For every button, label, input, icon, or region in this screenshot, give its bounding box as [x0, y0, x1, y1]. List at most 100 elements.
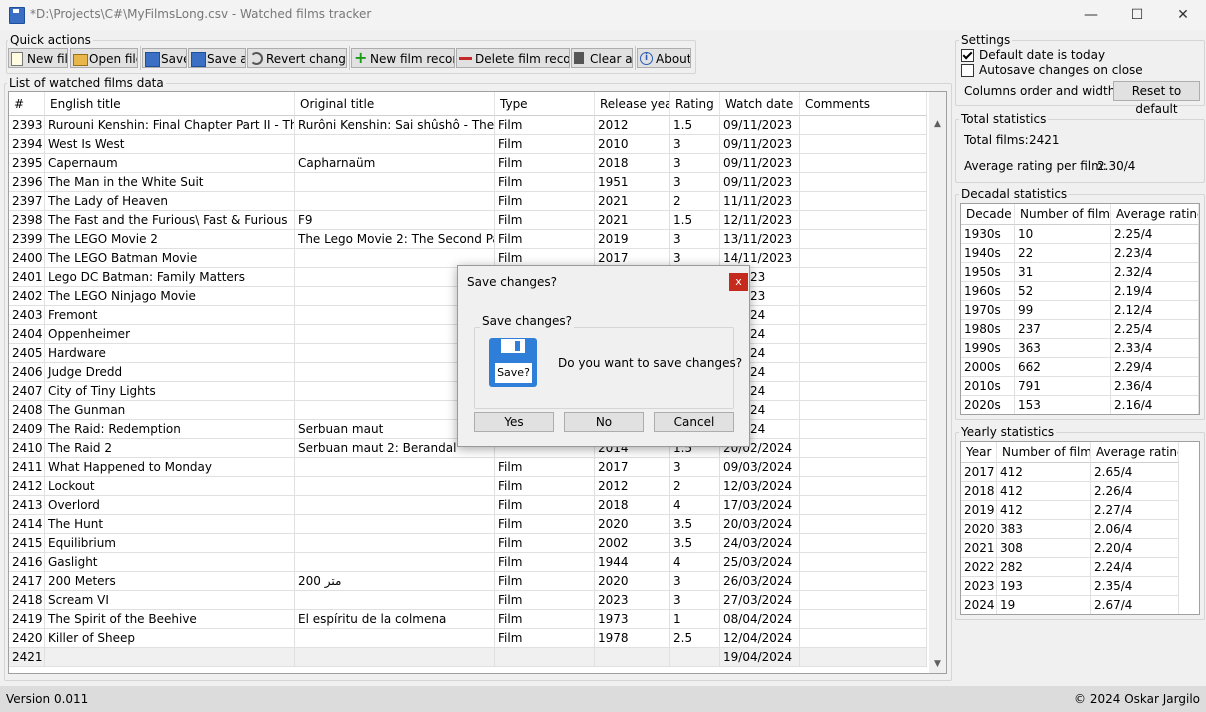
yearly-table-cell[interactable]: 2017: [961, 463, 997, 482]
films-table-cell[interactable]: [800, 496, 927, 515]
films-table-cell[interactable]: 2397: [9, 192, 45, 211]
new-film-record-button[interactable]: + New film record: [351, 48, 455, 68]
films-table-cell[interactable]: [800, 458, 927, 477]
decadal-column-header[interactable]: Decade: [961, 204, 1015, 225]
films-table-cell[interactable]: Film: [495, 230, 595, 249]
decadal-table-cell[interactable]: 2.29/4: [1111, 358, 1199, 377]
decadal-table-cell[interactable]: 2000s: [961, 358, 1015, 377]
films-table-cell[interactable]: 1973: [595, 610, 670, 629]
films-table-cell[interactable]: 2401: [9, 268, 45, 287]
films-table-cell[interactable]: [800, 116, 927, 135]
films-table-cell[interactable]: Lego DC Batman: Family Matters: [45, 268, 295, 287]
films-table-cell[interactable]: [495, 648, 595, 667]
films-table-cell[interactable]: [800, 249, 927, 268]
decadal-table-cell[interactable]: 2.33/4: [1111, 339, 1199, 358]
no-button[interactable]: No: [564, 412, 644, 432]
films-table-cell[interactable]: 2398: [9, 211, 45, 230]
default-date-checkbox[interactable]: [961, 49, 974, 62]
films-table-cell[interactable]: [800, 534, 927, 553]
maximize-button[interactable]: ☐: [1114, 0, 1160, 30]
films-table-cell[interactable]: [800, 515, 927, 534]
films-table-cell[interactable]: 2405: [9, 344, 45, 363]
films-column-header[interactable]: Rating: [670, 92, 720, 116]
decadal-table-cell[interactable]: 1990s: [961, 339, 1015, 358]
films-table-cell[interactable]: Film: [495, 173, 595, 192]
films-table-cell[interactable]: 1.5: [670, 116, 720, 135]
films-table-cell[interactable]: [295, 477, 495, 496]
films-table-cell[interactable]: Film: [495, 591, 595, 610]
films-table-cell[interactable]: Rurouni Kenshin: Final Chapter Part II -…: [45, 116, 295, 135]
films-table-cell[interactable]: 3: [670, 173, 720, 192]
films-table-cell[interactable]: Capharnaüm: [295, 154, 495, 173]
films-table-cell[interactable]: 09/11/2023: [720, 116, 800, 135]
films-table-cell[interactable]: Film: [495, 553, 595, 572]
films-table-cell[interactable]: 2012: [595, 116, 670, 135]
films-table-cell[interactable]: [800, 135, 927, 154]
films-table-cell[interactable]: 2419: [9, 610, 45, 629]
films-table-cell[interactable]: 2410: [9, 439, 45, 458]
films-table-cell[interactable]: The Lego Movie 2: The Second Part: [295, 230, 495, 249]
decadal-table-cell[interactable]: 10: [1015, 225, 1111, 244]
yes-button[interactable]: Yes: [474, 412, 554, 432]
yearly-column-header[interactable]: Year: [961, 442, 997, 463]
films-table-cell[interactable]: 2399: [9, 230, 45, 249]
films-column-header[interactable]: English title: [45, 92, 295, 116]
films-table-cell[interactable]: What Happened to Monday: [45, 458, 295, 477]
films-table-cell[interactable]: 2418: [9, 591, 45, 610]
films-table-cell[interactable]: Film: [495, 610, 595, 629]
decadal-table-cell[interactable]: 791: [1015, 377, 1111, 396]
films-table-cell[interactable]: Judge Dredd: [45, 363, 295, 382]
films-column-header[interactable]: Type: [495, 92, 595, 116]
films-table-cell[interactable]: 2409: [9, 420, 45, 439]
decadal-table-cell[interactable]: 153: [1015, 396, 1111, 414]
films-column-header[interactable]: Original title: [295, 92, 495, 116]
films-table-cell[interactable]: 2020: [595, 515, 670, 534]
films-table-cell[interactable]: 09/11/2023: [720, 154, 800, 173]
films-table-scrollbar[interactable]: ▲ ▼: [929, 92, 946, 673]
revert-changes-button[interactable]: Revert changes: [247, 48, 347, 68]
films-table-cell[interactable]: Film: [495, 192, 595, 211]
films-table-cell[interactable]: [295, 534, 495, 553]
decadal-table-cell[interactable]: 2010s: [961, 377, 1015, 396]
decadal-table-cell[interactable]: 1950s: [961, 263, 1015, 282]
films-column-header[interactable]: Watch date: [720, 92, 800, 116]
films-table-cell[interactable]: Overlord: [45, 496, 295, 515]
yearly-table-cell[interactable]: 412: [997, 501, 1091, 520]
films-table-cell[interactable]: 2: [670, 192, 720, 211]
films-table-cell[interactable]: 3: [670, 230, 720, 249]
decadal-table-cell[interactable]: 1940s: [961, 244, 1015, 263]
films-table-cell[interactable]: Film: [495, 515, 595, 534]
films-table-cell[interactable]: 2403: [9, 306, 45, 325]
decadal-table-cell[interactable]: 1930s: [961, 225, 1015, 244]
scroll-up-icon[interactable]: ▲: [929, 116, 946, 133]
films-table-cell[interactable]: 27/03/2024: [720, 591, 800, 610]
yearly-table-cell[interactable]: 2.35/4: [1091, 577, 1179, 596]
films-table-cell[interactable]: Fremont: [45, 306, 295, 325]
films-table-cell[interactable]: 2021: [595, 211, 670, 230]
films-table-cell[interactable]: 12/04/2024: [720, 629, 800, 648]
films-table-cell[interactable]: F9: [295, 211, 495, 230]
films-table-cell[interactable]: 12/11/2023: [720, 211, 800, 230]
films-table-cell[interactable]: [295, 515, 495, 534]
films-table-cell[interactable]: 2017: [595, 458, 670, 477]
films-table-cell[interactable]: 24/03/2024: [720, 534, 800, 553]
films-table-cell[interactable]: [800, 268, 927, 287]
films-table-cell[interactable]: Film: [495, 534, 595, 553]
reset-to-default-button[interactable]: Reset to default: [1113, 81, 1200, 116]
films-table-cell[interactable]: 1944: [595, 553, 670, 572]
films-table-cell[interactable]: [800, 173, 927, 192]
films-table-cell[interactable]: Gaslight: [45, 553, 295, 572]
films-table-cell[interactable]: El espíritu de la colmena: [295, 610, 495, 629]
yearly-table-cell[interactable]: 2.20/4: [1091, 539, 1179, 558]
about-button[interactable]: i About: [637, 48, 691, 68]
films-table-cell[interactable]: 200 Meters: [45, 572, 295, 591]
films-table-cell[interactable]: Equilibrium: [45, 534, 295, 553]
films-table-cell[interactable]: 1951: [595, 173, 670, 192]
films-table-cell[interactable]: [800, 401, 927, 420]
films-table-cell[interactable]: Film: [495, 496, 595, 515]
yearly-table-cell[interactable]: 2.27/4: [1091, 501, 1179, 520]
films-table-cell[interactable]: 3: [670, 458, 720, 477]
films-table-cell[interactable]: 2420: [9, 629, 45, 648]
films-table-cell[interactable]: Film: [495, 572, 595, 591]
decadal-table-cell[interactable]: 662: [1015, 358, 1111, 377]
